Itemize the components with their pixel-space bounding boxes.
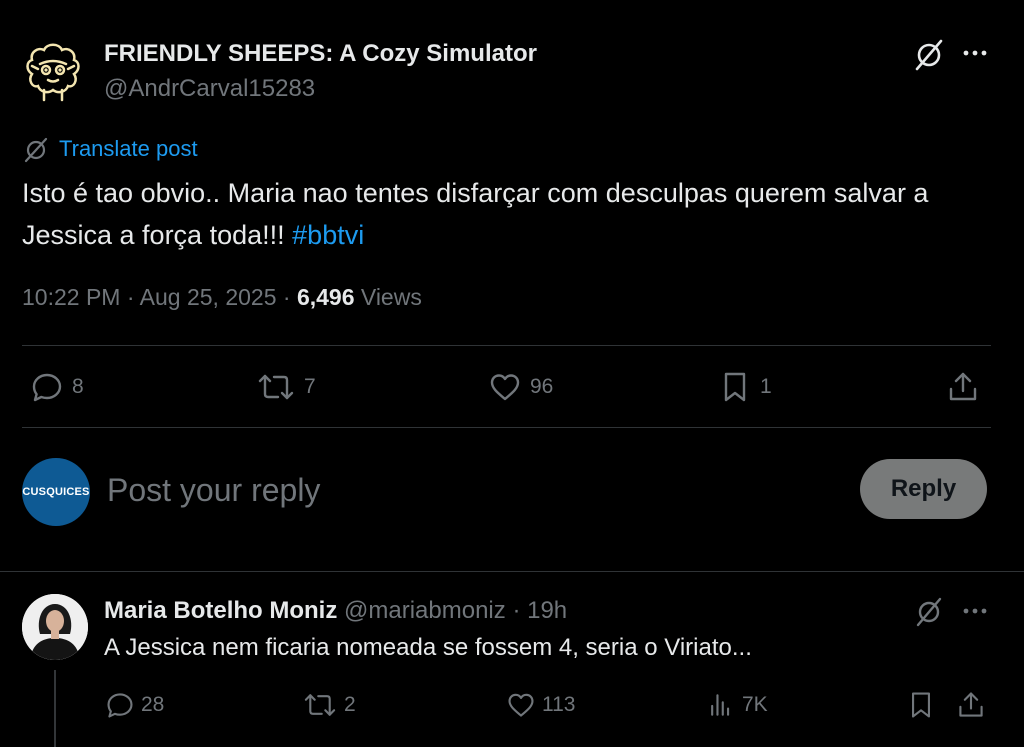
reply-bookmark-button[interactable] <box>906 690 936 720</box>
heart-icon <box>490 374 520 401</box>
reply-count: 8 <box>72 375 84 398</box>
hashtag-link[interactable]: #bbtvi <box>292 220 364 250</box>
heart-icon <box>508 693 534 717</box>
repost-icon <box>258 374 294 400</box>
reply-header: Maria Botelho Moniz @mariabmoniz · 19h <box>104 597 567 625</box>
more-options-icon[interactable] <box>958 40 992 66</box>
post-time[interactable]: 10:22 PM <box>22 284 120 310</box>
post-text: Isto é tao obvio.. Maria nao tentes disf… <box>22 172 982 256</box>
share-action-button[interactable] <box>946 370 980 404</box>
reply-submit-button[interactable]: Reply <box>860 459 987 519</box>
reply-repost-count: 2 <box>344 693 356 716</box>
divider <box>22 345 991 346</box>
reply-like-count: 113 <box>542 693 576 716</box>
post-text-content: Isto é tao obvio.. Maria nao tentes disf… <box>22 178 929 250</box>
like-action-button[interactable]: 96 <box>488 370 553 404</box>
share-icon <box>949 372 977 401</box>
share-icon <box>959 692 983 717</box>
post-date[interactable]: Aug 25, 2025 <box>140 284 277 310</box>
reply-separator: · <box>512 597 521 624</box>
meta-separator: · <box>282 284 291 310</box>
author-name[interactable]: FRIENDLY SHEEPS: A Cozy Simulator <box>104 40 537 68</box>
reply-icon <box>32 373 62 402</box>
translate-post-link[interactable]: Translate post <box>59 136 198 162</box>
reply-text: A Jessica nem ficaria nomeada se fossem … <box>104 634 752 661</box>
repost-icon <box>304 694 336 716</box>
thread-line <box>54 670 56 747</box>
views-count: 6,496 <box>296 284 355 310</box>
bookmark-action-button[interactable]: 1 <box>718 370 772 404</box>
reply-input[interactable] <box>107 470 827 510</box>
grok-translate-icon <box>22 136 50 164</box>
reply-reply-count: 28 <box>141 693 165 716</box>
grok-icon[interactable] <box>913 596 945 628</box>
repost-action-button[interactable]: 7 <box>256 370 316 404</box>
repost-count: 7 <box>304 375 316 398</box>
more-options-icon[interactable] <box>958 598 992 624</box>
reply-repost-button[interactable]: 2 <box>302 690 356 720</box>
post-meta: 10:22 PM · Aug 25, 2025 · 6,496 Views <box>22 284 422 311</box>
like-count: 96 <box>530 375 554 398</box>
reply-views-button[interactable]: 7K <box>706 690 768 720</box>
divider <box>22 427 991 428</box>
views-label: Views <box>360 284 422 310</box>
reply-like-button[interactable]: 113 <box>506 690 575 720</box>
reply-icon <box>107 693 133 718</box>
bookmark-icon <box>912 692 930 718</box>
reply-author-handle[interactable]: @mariabmoniz <box>344 597 506 624</box>
reply-author-avatar[interactable] <box>22 594 88 660</box>
current-user-avatar[interactable]: CUSQUICES <box>22 458 90 526</box>
analytics-icon <box>711 694 730 716</box>
grok-icon[interactable] <box>912 38 946 72</box>
person-photo-icon <box>22 594 88 660</box>
bookmark-count: 1 <box>760 375 772 398</box>
sheep-logo-icon <box>26 43 80 102</box>
bookmark-icon <box>724 372 746 402</box>
meta-separator: · <box>126 284 135 310</box>
reply-views-count: 7K <box>742 693 768 716</box>
reply-age[interactable]: 19h <box>527 597 567 624</box>
reply-author-name[interactable]: Maria Botelho Moniz <box>104 597 337 624</box>
reply-action-button[interactable]: 8 <box>30 370 84 404</box>
author-handle[interactable]: @AndrCarval15283 <box>104 75 315 103</box>
reply-share-button[interactable] <box>956 690 986 720</box>
reply-reply-button[interactable]: 28 <box>105 690 164 720</box>
divider <box>0 571 1024 572</box>
author-avatar[interactable] <box>18 36 88 106</box>
